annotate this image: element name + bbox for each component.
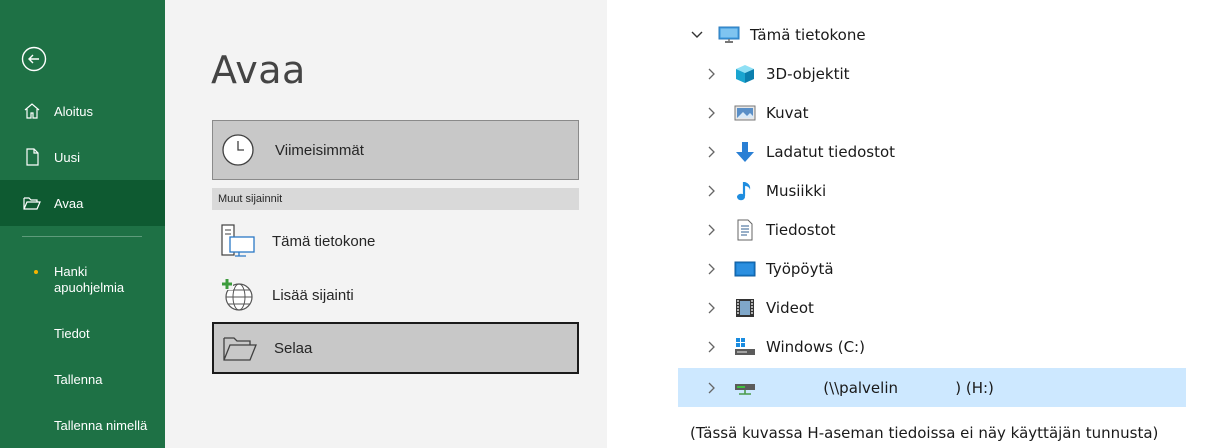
chevron-right-icon[interactable] — [704, 223, 718, 237]
network-drive-icon — [735, 383, 755, 395]
documents-icon — [737, 219, 753, 240]
nav-label: Tiedot — [54, 325, 90, 341]
nav-label: Hanki apuohjelmia — [54, 264, 124, 296]
recent-button[interactable]: Viimeisimmät — [212, 120, 579, 180]
tree-item-label: (\\palvelin ) (H:) — [766, 378, 994, 397]
chevron-right-icon[interactable] — [704, 106, 718, 120]
chevron-right-icon[interactable] — [704, 67, 718, 81]
location-label: Tämä tietokone — [272, 232, 376, 250]
notification-dot-icon — [34, 270, 38, 274]
desktop-icon — [734, 261, 756, 276]
tree-item-desktop[interactable]: Työpöytä — [678, 249, 1186, 288]
nav-label-line1: Hanki — [54, 264, 88, 279]
clock-icon — [222, 134, 254, 166]
explorer-navigation-tree: Tämä tietokone 3D-objektit Kuvat Ladatut… — [678, 15, 1188, 415]
recent-label: Viimeisimmät — [275, 141, 364, 159]
folder-open-icon — [22, 193, 42, 213]
folder-open-icon — [223, 337, 257, 361]
backstage-sidebar: Aloitus Uusi Avaa Hanki apuohjelmia Tied… — [0, 0, 165, 448]
chevron-right-icon[interactable] — [704, 301, 718, 315]
tree-item-label: Windows (C:) — [766, 337, 865, 356]
tree-item-label: Tiedostot — [766, 220, 836, 239]
location-label: Selaa — [274, 339, 313, 357]
tree-item-drive-c[interactable]: Windows (C:) — [678, 327, 1186, 366]
chevron-right-icon[interactable] — [704, 262, 718, 276]
tree-item-this-pc[interactable]: Tämä tietokone — [678, 15, 1186, 54]
chevron-down-icon[interactable] — [690, 28, 704, 42]
tree-item-label: Tämä tietokone — [750, 25, 866, 44]
add-location-globe-icon — [221, 278, 253, 311]
page-title: Avaa — [211, 48, 306, 92]
back-arrow-icon — [21, 46, 47, 72]
computer-icon — [718, 26, 740, 43]
tree-item-label: Ladatut tiedostot — [766, 142, 896, 161]
tree-item-label: Kuvat — [766, 103, 809, 122]
downloads-icon — [736, 141, 754, 162]
home-icon — [22, 101, 42, 121]
nav-item-info[interactable]: Tiedot — [0, 310, 165, 356]
tree-item-label: Musiikki — [766, 181, 827, 200]
chevron-right-icon[interactable] — [704, 381, 718, 395]
chevron-right-icon[interactable] — [704, 184, 718, 198]
new-document-icon — [22, 147, 42, 167]
other-locations-header: Muut sijainnit — [212, 188, 579, 210]
pictures-icon — [734, 105, 756, 120]
nav-item-new[interactable]: Uusi — [0, 134, 165, 180]
open-panel: Avaa Viimeisimmät Muut sijainnit Tämä ti… — [165, 0, 607, 448]
nav-item-save[interactable]: Tallenna — [0, 356, 165, 402]
nav-label: Avaa — [54, 195, 84, 211]
nav-label: Tallenna nimellä — [54, 417, 148, 433]
computer-icon — [221, 224, 255, 257]
nav-item-save-as[interactable]: Tallenna nimellä — [0, 402, 165, 448]
drive-c-icon — [735, 337, 755, 355]
nav-item-get-addins[interactable]: Hanki apuohjelmia — [0, 258, 165, 308]
tree-item-network-drive-h[interactable]: (\\palvelin ) (H:) — [678, 368, 1186, 407]
tree-item-downloads[interactable]: Ladatut tiedostot — [678, 132, 1186, 171]
tree-item-documents[interactable]: Tiedostot — [678, 210, 1186, 249]
nav-item-home[interactable]: Aloitus — [0, 88, 165, 134]
tree-item-label: Videot — [766, 298, 814, 317]
nav-label: Uusi — [54, 149, 81, 165]
nav-label: Tallenna — [54, 371, 103, 387]
back-button[interactable] — [21, 46, 47, 72]
tree-item-music[interactable]: Musiikki — [678, 171, 1186, 210]
nav-item-open[interactable]: Avaa — [0, 180, 165, 226]
location-browse[interactable]: Selaa — [212, 322, 579, 374]
tree-item-videos[interactable]: Videot — [678, 288, 1186, 327]
location-this-pc[interactable]: Tämä tietokone — [212, 216, 579, 266]
tree-item-pictures[interactable]: Kuvat — [678, 93, 1186, 132]
chevron-right-icon[interactable] — [704, 145, 718, 159]
nav-label-line2: apuohjelmia — [54, 280, 125, 295]
location-add-place[interactable]: Lisää sijainti — [212, 270, 579, 320]
backstage-view: Aloitus Uusi Avaa Hanki apuohjelmia Tied… — [0, 0, 607, 448]
nav-label: Aloitus — [54, 103, 94, 119]
image-caption: (Tässä kuvassa H-aseman tiedoissa ei näy… — [690, 424, 1159, 442]
tree-item-label: Työpöytä — [766, 259, 834, 278]
chevron-right-icon[interactable] — [704, 340, 718, 354]
nav-separator — [22, 236, 142, 237]
tree-item-label: 3D-objektit — [766, 64, 850, 83]
location-label: Lisää sijainti — [272, 286, 354, 304]
music-icon — [737, 181, 751, 200]
3d-objects-icon — [736, 64, 754, 83]
videos-icon — [736, 298, 754, 317]
tree-item-3d-objects[interactable]: 3D-objektit — [678, 54, 1186, 93]
